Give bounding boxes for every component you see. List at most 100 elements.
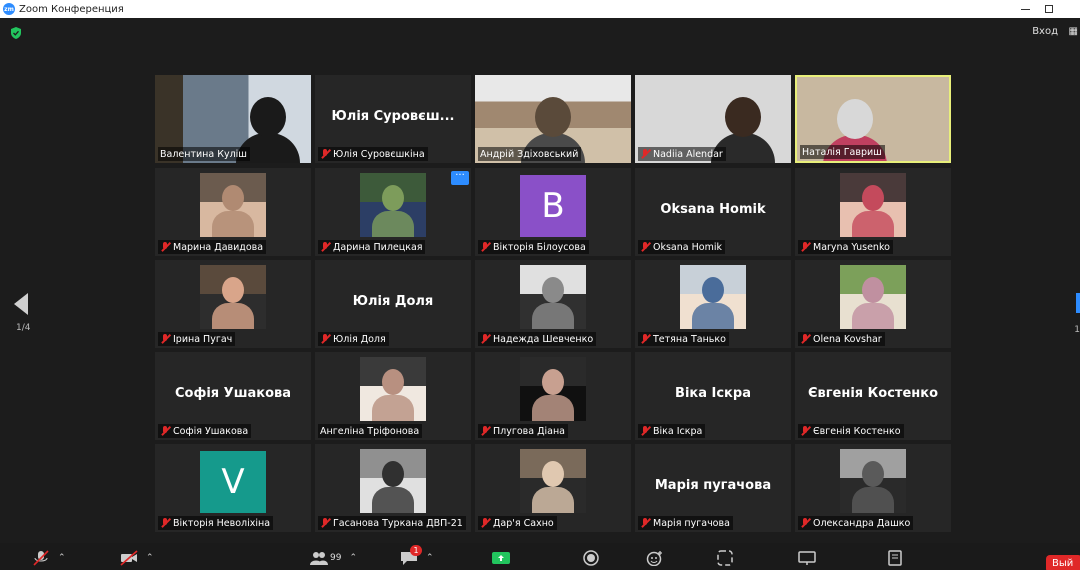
participant-name-label: Євгенія Костенко	[798, 424, 904, 438]
share-screen-button[interactable]	[492, 549, 510, 567]
participant-photo	[840, 265, 906, 329]
reactions-button[interactable]	[646, 549, 664, 567]
page-indicator-right: 1	[1074, 325, 1080, 335]
participant-face	[542, 277, 564, 303]
participant-face	[542, 369, 564, 395]
participant-tile[interactable]: Ірина Пугач	[155, 260, 311, 348]
participant-name-label: Марина Давидова	[158, 240, 267, 254]
participant-body	[532, 487, 574, 513]
participant-face	[382, 369, 404, 395]
participant-tile[interactable]: Юлія Доля Юлія Доля	[315, 260, 471, 348]
participant-tile[interactable]: Юлія Суровєш... Юлія Суровєшкіна	[315, 75, 471, 163]
participants-button[interactable]: 99 ⌃	[310, 549, 357, 567]
mute-button[interactable]: ⌃	[32, 549, 66, 567]
participant-name-label: Плугова Діана	[478, 424, 568, 438]
microphone-muted-icon	[640, 334, 650, 344]
next-page-icon[interactable]	[1076, 293, 1080, 313]
previous-page-icon[interactable]	[14, 293, 28, 315]
encryption-shield-icon[interactable]	[10, 27, 22, 39]
participant-name-label: Ангеліна Тріфонова	[318, 424, 423, 438]
participant-tile[interactable]: Гасанова Туркана ДВП-21	[315, 444, 471, 532]
participant-name-label: Дарина Пилецкая	[318, 240, 426, 254]
participant-tile[interactable]: Ангеліна Тріфонова	[315, 352, 471, 440]
chat-badge: 1	[410, 545, 422, 556]
microphone-muted-icon	[480, 518, 490, 528]
microphone-muted-icon	[800, 518, 810, 528]
participant-name: Вікторія Неволіхіна	[173, 517, 271, 529]
restore-button[interactable]	[1034, 0, 1064, 18]
participant-name: Марія пугачова	[653, 517, 730, 529]
view-grid-icon[interactable]: ▦	[1069, 26, 1078, 37]
participant-tile[interactable]: Олександра Дашко	[795, 444, 951, 532]
participant-name: Валентина Куліш	[160, 148, 247, 160]
participant-tile[interactable]: Nadiia Alendar	[635, 75, 791, 163]
participant-display-name: Віка Іскра	[675, 386, 751, 401]
participant-display-name: Юлія Суровєш...	[331, 109, 455, 124]
view-button[interactable]: Вход	[1032, 26, 1058, 37]
participant-name: Андрій Здіховський	[480, 148, 579, 160]
more-options-button[interactable]: ···	[451, 171, 469, 185]
share-screen-icon	[492, 552, 510, 564]
chat-options-caret[interactable]: ⌃	[426, 553, 434, 563]
audio-options-caret[interactable]: ⌃	[58, 553, 66, 563]
apps-icon	[717, 550, 733, 566]
notes-icon	[888, 550, 902, 566]
participant-tile[interactable]: Oksana Homik Oksana Homik	[635, 168, 791, 256]
participant-tile[interactable]: Марія пугачова Марія пугачова	[635, 444, 791, 532]
video-button[interactable]: ⌃	[120, 549, 154, 567]
participant-name: Тетяна Танько	[653, 333, 726, 345]
participant-name-label: Вікторія Неволіхіна	[158, 516, 274, 530]
participant-face	[222, 277, 244, 303]
microphone-muted-icon	[640, 149, 650, 159]
participant-tile[interactable]: Тетяна Танько	[635, 260, 791, 348]
participant-tile[interactable]: V Вікторія Неволіхіна	[155, 444, 311, 532]
participant-tile[interactable]: Дар'я Сахно	[475, 444, 631, 532]
participant-tile[interactable]: Андрій Здіховський	[475, 75, 631, 163]
leave-button[interactable]: Вый	[1046, 555, 1080, 570]
participants-options-caret[interactable]: ⌃	[349, 553, 357, 563]
minimize-icon	[1020, 8, 1030, 10]
participant-body	[692, 303, 734, 329]
participant-name: Наталія Гавриш	[802, 146, 882, 158]
participant-name-label: Olena Kovshar	[798, 332, 885, 346]
participant-tile[interactable]: Наталія Гавриш	[795, 75, 951, 163]
zoom-logo-icon: zm	[3, 3, 15, 15]
participant-name: Olena Kovshar	[813, 333, 882, 345]
participant-display-name: Марія пугачова	[654, 478, 772, 493]
participant-tile[interactable]: Віка Іскра Віка Іскра	[635, 352, 791, 440]
participant-name: Плугова Діана	[493, 425, 565, 437]
participant-photo	[840, 449, 906, 513]
participant-tile[interactable]: Olena Kovshar	[795, 260, 951, 348]
participant-tile[interactable]: Софія Ушакова Софія Ушакова	[155, 352, 311, 440]
participant-photo	[840, 173, 906, 237]
whiteboard-button[interactable]	[798, 549, 816, 567]
participant-name-label: Надежда Шевченко	[478, 332, 597, 346]
avatar: V	[200, 451, 266, 513]
participant-body	[372, 211, 414, 237]
video-options-caret[interactable]: ⌃	[146, 553, 154, 563]
participant-tile[interactable]: Марина Давидова	[155, 168, 311, 256]
participant-face	[862, 277, 884, 303]
participant-tile[interactable]: Євгенія Костенко Євгенія Костенко	[795, 352, 951, 440]
participant-name-label: Maryna Yusenko	[798, 240, 893, 254]
microphone-muted-icon	[480, 334, 490, 344]
microphone-muted-icon	[160, 334, 170, 344]
microphone-muted-icon	[33, 550, 49, 566]
meeting-area: Вход ▦ 1/4 1 Валентина Куліш Юлія Суровєш…	[0, 18, 1080, 543]
record-button[interactable]	[582, 549, 600, 567]
participant-tile[interactable]: Плугова Діана	[475, 352, 631, 440]
microphone-muted-icon	[800, 334, 810, 344]
window-title: Zoom Конференция	[19, 3, 124, 15]
chat-button[interactable]: 1 ⌃	[400, 545, 434, 567]
notes-button[interactable]	[886, 549, 904, 567]
participant-tile[interactable]: B Вікторія Білоусова	[475, 168, 631, 256]
participant-tile[interactable]: ··· Дарина Пилецкая	[315, 168, 471, 256]
participant-name: Софія Ушакова	[173, 425, 249, 437]
participant-name: Гасанова Туркана ДВП-21	[333, 517, 463, 529]
participant-tile[interactable]: Надежда Шевченко	[475, 260, 631, 348]
microphone-muted-icon	[480, 242, 490, 252]
participant-name: Oksana Homik	[653, 241, 722, 253]
participant-tile[interactable]: Валентина Куліш	[155, 75, 311, 163]
apps-button[interactable]	[716, 549, 734, 567]
participant-tile[interactable]: Maryna Yusenko	[795, 168, 951, 256]
